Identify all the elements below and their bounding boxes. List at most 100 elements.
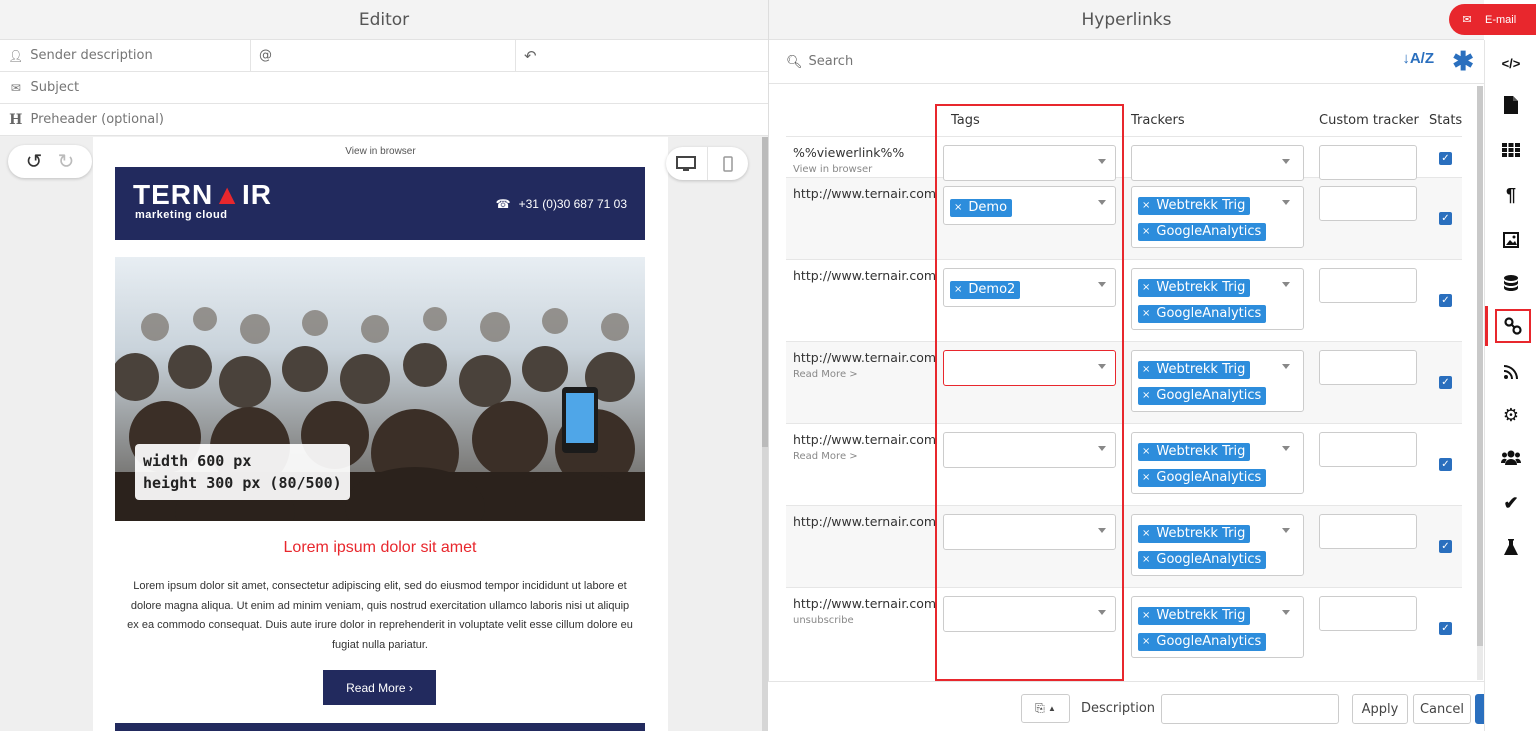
preheader-input[interactable] xyxy=(30,112,768,127)
remove-tag-icon[interactable]: × xyxy=(954,202,962,213)
link-icon[interactable] xyxy=(1485,306,1536,346)
tracker-chip[interactable]: × Webtrekk Trig xyxy=(1138,279,1251,297)
tracker-chip[interactable]: × GoogleAnalytics xyxy=(1138,551,1267,569)
redo-icon[interactable]: ↻ xyxy=(58,149,75,174)
tracker-chip[interactable]: × Webtrekk Trig xyxy=(1138,607,1251,625)
reply-to-field[interactable]: ↶ xyxy=(516,40,768,71)
chevron-down-icon[interactable] xyxy=(1098,446,1106,451)
remove-tag-icon[interactable]: × xyxy=(954,284,962,295)
tags-select[interactable] xyxy=(943,145,1116,181)
tracker-chip[interactable]: × Webtrekk Trig xyxy=(1138,197,1251,215)
stats-checkbox[interactable]: ✓ xyxy=(1439,458,1452,471)
tracker-chip[interactable]: × Webtrekk Trig xyxy=(1138,361,1251,379)
stats-checkbox[interactable]: ✓ xyxy=(1439,540,1452,553)
custom-tracker-input[interactable] xyxy=(1319,514,1417,549)
paragraph-icon[interactable]: ¶ xyxy=(1485,175,1536,215)
sender-description-input[interactable] xyxy=(30,48,250,63)
users-icon[interactable] xyxy=(1485,438,1536,478)
remove-tracker-icon[interactable]: × xyxy=(1142,364,1150,375)
mobile-view-button[interactable] xyxy=(708,147,749,180)
remove-tracker-icon[interactable]: × xyxy=(1142,308,1150,319)
remove-tracker-icon[interactable]: × xyxy=(1142,282,1150,293)
email-mode-button[interactable]: ✉ E-mail xyxy=(1449,4,1536,35)
chevron-down-icon[interactable] xyxy=(1098,528,1106,533)
remove-tracker-icon[interactable]: × xyxy=(1142,200,1150,211)
tags-select[interactable] xyxy=(943,350,1116,386)
trackers-select[interactable]: × Webtrekk Trig × GoogleAnalytics xyxy=(1131,596,1304,658)
tracker-chip[interactable]: × GoogleAnalytics xyxy=(1138,305,1267,323)
remove-tracker-icon[interactable]: × xyxy=(1142,610,1150,621)
sender-description-field[interactable]: 👤︎ xyxy=(0,40,251,71)
tags-select[interactable] xyxy=(943,596,1116,632)
trackers-select[interactable]: × Webtrekk Trig × GoogleAnalytics xyxy=(1131,268,1304,330)
description-input[interactable] xyxy=(1161,694,1339,724)
tags-select[interactable] xyxy=(943,514,1116,550)
view-in-browser-link[interactable]: View in browser xyxy=(93,137,668,167)
check-icon[interactable]: ✔ xyxy=(1485,483,1536,523)
tracker-chip[interactable]: × GoogleAnalytics xyxy=(1138,223,1267,241)
remove-tracker-icon[interactable]: × xyxy=(1142,472,1150,483)
chevron-down-icon[interactable] xyxy=(1282,610,1290,615)
flask-icon[interactable] xyxy=(1485,527,1536,567)
custom-tracker-input[interactable] xyxy=(1319,350,1417,385)
custom-tracker-input[interactable] xyxy=(1319,268,1417,303)
image-icon[interactable] xyxy=(1485,220,1536,260)
asterisk-icon[interactable]: ✱ xyxy=(1452,46,1474,77)
chevron-down-icon[interactable] xyxy=(1282,282,1290,287)
chevron-down-icon[interactable] xyxy=(1282,200,1290,205)
tags-select[interactable] xyxy=(943,432,1116,468)
custom-tracker-input[interactable] xyxy=(1319,186,1417,221)
tracker-chip[interactable]: × Webtrekk Trig xyxy=(1138,443,1251,461)
tracker-chip[interactable]: × GoogleAnalytics xyxy=(1138,387,1267,405)
tracker-chip[interactable]: × GoogleAnalytics xyxy=(1138,633,1267,651)
chevron-down-icon[interactable] xyxy=(1282,446,1290,451)
subject-input[interactable] xyxy=(30,80,768,95)
subject-row[interactable]: ✉ xyxy=(0,72,768,104)
chevron-down-icon[interactable] xyxy=(1282,159,1290,164)
read-more-button[interactable]: Read More › xyxy=(323,670,436,705)
custom-tracker-input[interactable] xyxy=(1319,432,1417,467)
trackers-select[interactable]: × Webtrekk Trig × GoogleAnalytics xyxy=(1131,350,1304,412)
chevron-down-icon[interactable] xyxy=(1098,282,1106,287)
email-header[interactable]: TERN▲IR marketing cloud ☎ +31 (0)30 687 7… xyxy=(115,167,645,240)
content-title[interactable]: Lorem ipsum dolor sit amet xyxy=(115,539,645,557)
tags-select[interactable]: × Demo xyxy=(943,186,1116,225)
code-icon[interactable]: </> xyxy=(1485,43,1536,83)
stats-checkbox[interactable]: ✓ xyxy=(1439,152,1452,165)
chevron-down-icon[interactable] xyxy=(1098,200,1106,205)
links-scrollbar-thumb[interactable] xyxy=(1477,86,1483,646)
remove-tracker-icon[interactable]: × xyxy=(1142,554,1150,565)
preheader-row[interactable]: H xyxy=(0,104,768,136)
tags-select[interactable]: × Demo2 xyxy=(943,268,1116,307)
custom-tracker-input[interactable] xyxy=(1319,596,1417,631)
cancel-button[interactable]: Cancel xyxy=(1413,694,1471,724)
apply-button[interactable]: Apply xyxy=(1352,694,1408,724)
chevron-down-icon[interactable] xyxy=(1098,610,1106,615)
remove-tracker-icon[interactable]: × xyxy=(1142,636,1150,647)
sort-az-icon[interactable]: ↓A/Z xyxy=(1402,50,1434,67)
remove-tracker-icon[interactable]: × xyxy=(1142,528,1150,539)
trackers-select[interactable]: × Webtrekk Trig × GoogleAnalytics xyxy=(1131,432,1304,494)
chevron-down-icon[interactable] xyxy=(1282,528,1290,533)
sender-email-field[interactable]: @ xyxy=(251,40,516,71)
tag-chip[interactable]: × Demo2 xyxy=(950,281,1021,299)
remove-tracker-icon[interactable]: × xyxy=(1142,226,1150,237)
desktop-view-button[interactable] xyxy=(666,147,708,180)
preheader-field[interactable]: H xyxy=(0,104,768,135)
database-icon[interactable] xyxy=(1485,264,1536,304)
tag-chip[interactable]: × Demo xyxy=(950,199,1013,217)
stats-checkbox[interactable]: ✓ xyxy=(1439,212,1452,225)
chevron-down-icon[interactable] xyxy=(1098,159,1106,164)
chevron-down-icon[interactable] xyxy=(1098,364,1106,369)
subject-field[interactable]: ✉ xyxy=(0,72,768,103)
tracker-chip[interactable]: × GoogleAnalytics xyxy=(1138,469,1267,487)
chevron-down-icon[interactable] xyxy=(1282,364,1290,369)
grid-icon[interactable] xyxy=(1485,130,1536,170)
stats-checkbox[interactable]: ✓ xyxy=(1439,376,1452,389)
remove-tracker-icon[interactable]: × xyxy=(1142,446,1150,457)
file-icon[interactable] xyxy=(1485,85,1536,125)
rss-icon[interactable] xyxy=(1485,352,1536,392)
trackers-select[interactable]: × Webtrekk Trig × GoogleAnalytics xyxy=(1131,514,1304,576)
stats-checkbox[interactable]: ✓ xyxy=(1439,622,1452,635)
content-body[interactable]: Lorem ipsum dolor sit amet, consectetur … xyxy=(125,577,635,655)
